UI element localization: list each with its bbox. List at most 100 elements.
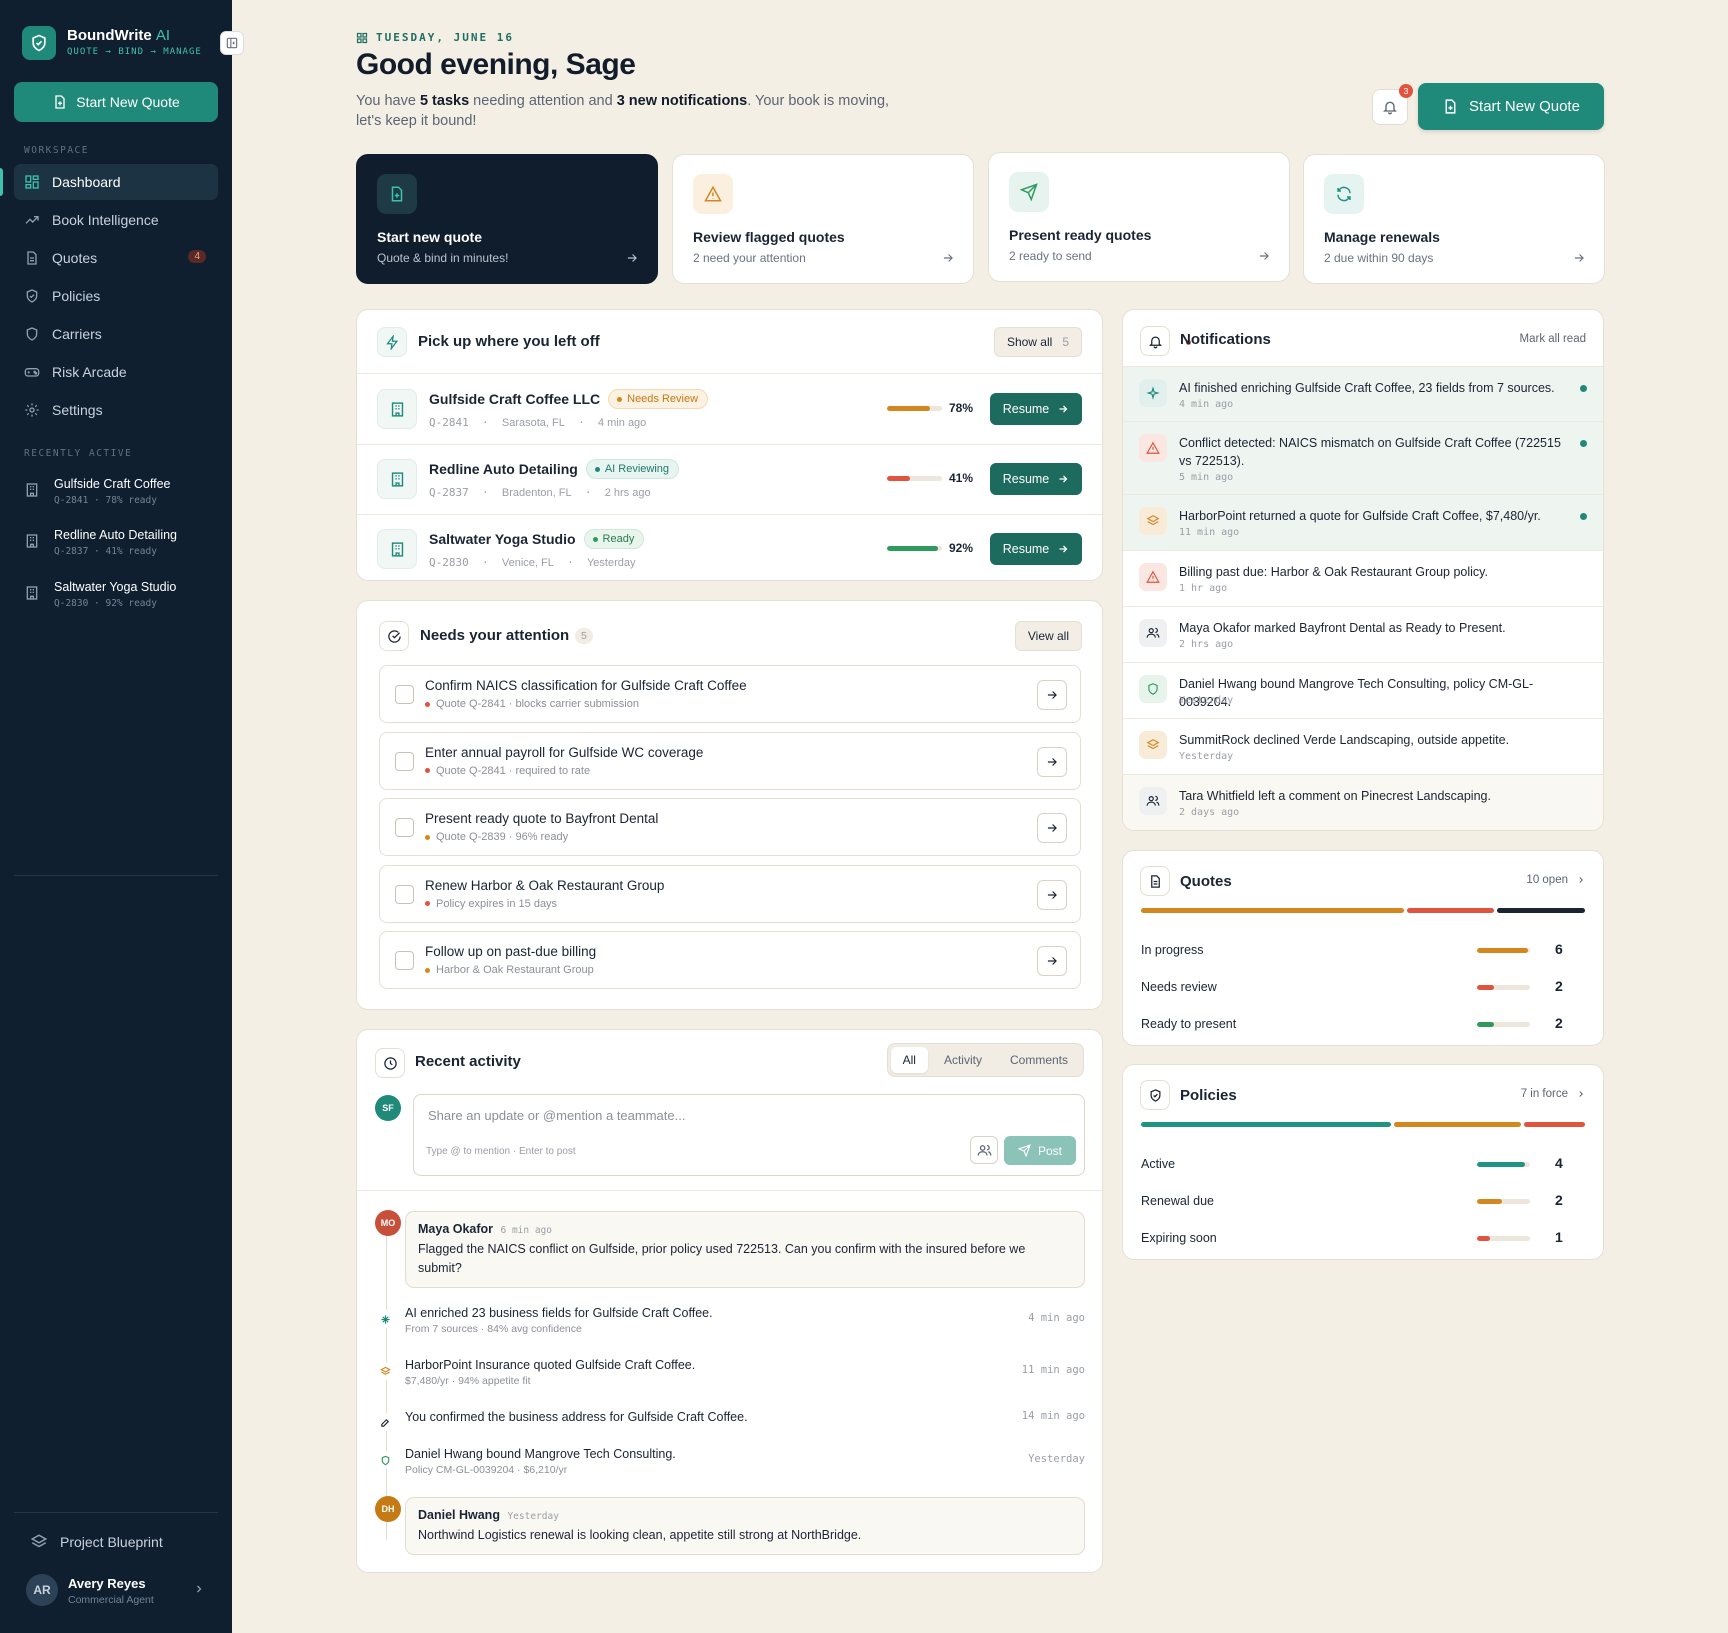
notification-item[interactable]: Conflict detected: NAICS mismatch on Gul… [1123, 421, 1603, 494]
view-all-button[interactable]: View all [1014, 621, 1082, 651]
show-all-button[interactable]: Show all 5 [993, 327, 1082, 357]
tab-activity[interactable]: Activity [932, 1047, 994, 1073]
notification-item[interactable]: HarborPoint returned a quote for Gulfsid… [1123, 494, 1603, 550]
attention-item[interactable]: Follow up on past-due billing Harbor & Oa… [379, 931, 1081, 989]
nav-item-dashboard[interactable]: Dashboard [14, 164, 218, 200]
grid-icon [356, 32, 368, 43]
sidebar-new-quote-button[interactable]: Start New Quote [14, 82, 218, 122]
open-task-button[interactable] [1037, 746, 1067, 777]
segment [1393, 1122, 1521, 1127]
show-all-count: 5 [1062, 335, 1069, 349]
notification-text: SummitRock declined Verde Landscaping, o… [1179, 733, 1510, 747]
building-icon [377, 459, 417, 499]
notifications-button[interactable]: 3 [1372, 84, 1413, 125]
sidebar-new-quote-label: Start New Quote [76, 94, 180, 110]
quick-action-start-quote[interactable]: Start new quote Quote & bind in minutes! [356, 154, 658, 284]
notification-item[interactable]: SummitRock declined Verde Landscaping, o… [1123, 718, 1603, 774]
new-document-icon [1445, 99, 1456, 114]
location: Sarasota, FL [501, 417, 565, 429]
attention-item[interactable]: Present ready quote to Bayfront Dental Qu… [379, 798, 1081, 856]
attention-item[interactable]: Enter annual payroll for Gulfside WC cov… [379, 731, 1081, 790]
task-checkbox[interactable] [395, 818, 414, 837]
task-checkbox[interactable] [395, 685, 414, 704]
nav-label: Settings [52, 402, 103, 418]
stat-fill [1477, 1199, 1502, 1204]
segment [1406, 908, 1495, 913]
stat-label: Expiring soon [1141, 1231, 1217, 1245]
attention-item[interactable]: Confirm NAICS classification for Gulfsid… [379, 665, 1081, 723]
notification-item[interactable]: Billing past due: Harbor & Oak Restauran… [1123, 550, 1603, 606]
lightning-icon [377, 327, 407, 357]
nav-item-book-intelligence[interactable]: Book Intelligence [14, 202, 218, 238]
quick-action-manage-renewals[interactable]: Manage renewals 2 due within 90 days [1303, 154, 1605, 284]
notification-text: Billing past due: Harbor & Oak Restauran… [1179, 565, 1488, 579]
quote-id: Q-2841 [429, 416, 469, 429]
attention-item[interactable]: Renew Harbor & Oak Restaurant Group Polic… [379, 864, 1081, 923]
notification-item[interactable]: Daniel Hwang bound Mangrove Tech Consult… [1123, 662, 1603, 718]
stat-bar [1477, 1162, 1530, 1167]
chevron-right-icon[interactable] [193, 1583, 205, 1595]
policies-in-force-link[interactable]: 7 in force [1521, 1088, 1586, 1100]
project-blueprint-link[interactable]: Project Blueprint [30, 1533, 163, 1551]
nav-item-risk-arcade[interactable]: Risk Arcade [14, 354, 218, 390]
segment [1523, 1122, 1585, 1127]
pickup-row: Gulfside Craft Coffee LLC Needs Review Q-2… [357, 374, 1102, 444]
quick-action-present-ready[interactable]: Present ready quotes 2 ready to send [988, 152, 1290, 282]
notification-time: 2 hrs ago [1179, 639, 1234, 650]
nav-item-policies[interactable]: Policies [14, 278, 218, 314]
business-name[interactable]: Redline Auto Detailing [429, 461, 578, 477]
priority-dot [425, 768, 430, 773]
notification-text: AI finished enriching Gulfside Craft Cof… [1179, 381, 1555, 395]
task-title: Confirm NAICS classification for Gulfsid… [425, 678, 747, 693]
mention-button[interactable] [970, 1136, 998, 1164]
avatar[interactable]: AR [26, 1574, 58, 1606]
open-task-button[interactable] [1037, 946, 1067, 976]
tab-all[interactable]: All [890, 1047, 928, 1073]
stat-fill [1477, 948, 1528, 953]
mark-all-read-button[interactable]: Mark all read [1520, 333, 1586, 345]
stat-bar [1477, 1199, 1530, 1204]
arrow-right-icon [1047, 824, 1057, 832]
avatar: DH [375, 1496, 401, 1522]
policies-segment-bar [1141, 1122, 1585, 1127]
policies-in-force-count: 7 in force [1520, 1088, 1568, 1100]
nav-label: Quotes [52, 250, 98, 266]
collapse-sidebar-button[interactable] [220, 31, 244, 55]
pickup-meta: Q-2830 · Venice, FL · Yesterday [429, 556, 636, 569]
open-task-button[interactable] [1037, 813, 1067, 843]
comment-composer[interactable]: Share an update or @mention a teammate..… [413, 1094, 1085, 1176]
quick-action-review-flagged[interactable]: Review flagged quotes 2 need your attent… [672, 154, 974, 284]
open-task-button[interactable] [1037, 680, 1067, 710]
post-button[interactable]: Post [1004, 1136, 1076, 1165]
start-new-quote-label: Start New Quote [1469, 98, 1580, 115]
resume-button[interactable]: Resume [990, 393, 1082, 425]
notification-item[interactable]: Maya Okafor marked Bayfront Dental as Re… [1123, 606, 1603, 662]
arrow-right-icon [627, 254, 637, 262]
users-icon [977, 1144, 991, 1156]
business-name[interactable]: Saltwater Yoga Studio [429, 531, 576, 547]
task-checkbox[interactable] [395, 951, 414, 970]
task-subtext: Policy expires in 15 days [436, 897, 558, 910]
pickup-meta: Q-2837 · Bradenton, FL · 2 hrs ago [429, 486, 651, 499]
nav-item-carriers[interactable]: Carriers [14, 316, 218, 352]
business-name[interactable]: Gulfside Craft Coffee LLC [429, 391, 600, 407]
comment-input[interactable]: Share an update or @mention a teammate..… [428, 1108, 685, 1123]
resume-button[interactable]: Resume [990, 533, 1082, 565]
recent-meta: Q-2841 · 78% ready [54, 495, 157, 506]
tab-comments[interactable]: Comments [998, 1047, 1080, 1073]
quotes-panel: Quotes 10 open In progress 6 Needs review 2… [1122, 850, 1604, 1046]
task-checkbox[interactable] [395, 751, 414, 771]
event-time: Yesterday [1028, 1453, 1085, 1465]
notification-item[interactable]: AI finished enriching Gulfside Craft Cof… [1123, 366, 1603, 421]
comment-bubble: Daniel Hwang Yesterday Northwind Logisti… [405, 1497, 1085, 1555]
nav-item-quotes[interactable]: Quotes 4 [14, 240, 218, 276]
quotes-open-link[interactable]: 10 open [1526, 874, 1586, 886]
task-checkbox[interactable] [395, 884, 414, 904]
notification-item[interactable]: Tara Whitfield left a comment on Pinecre… [1123, 774, 1603, 830]
quick-action-title: Start new quote [377, 229, 483, 245]
nav-item-settings[interactable]: Settings [14, 392, 218, 428]
stat-bar [1477, 985, 1530, 990]
start-new-quote-button[interactable]: Start New Quote [1418, 83, 1604, 130]
open-task-button[interactable] [1037, 879, 1067, 910]
resume-button[interactable]: Resume [990, 463, 1082, 495]
